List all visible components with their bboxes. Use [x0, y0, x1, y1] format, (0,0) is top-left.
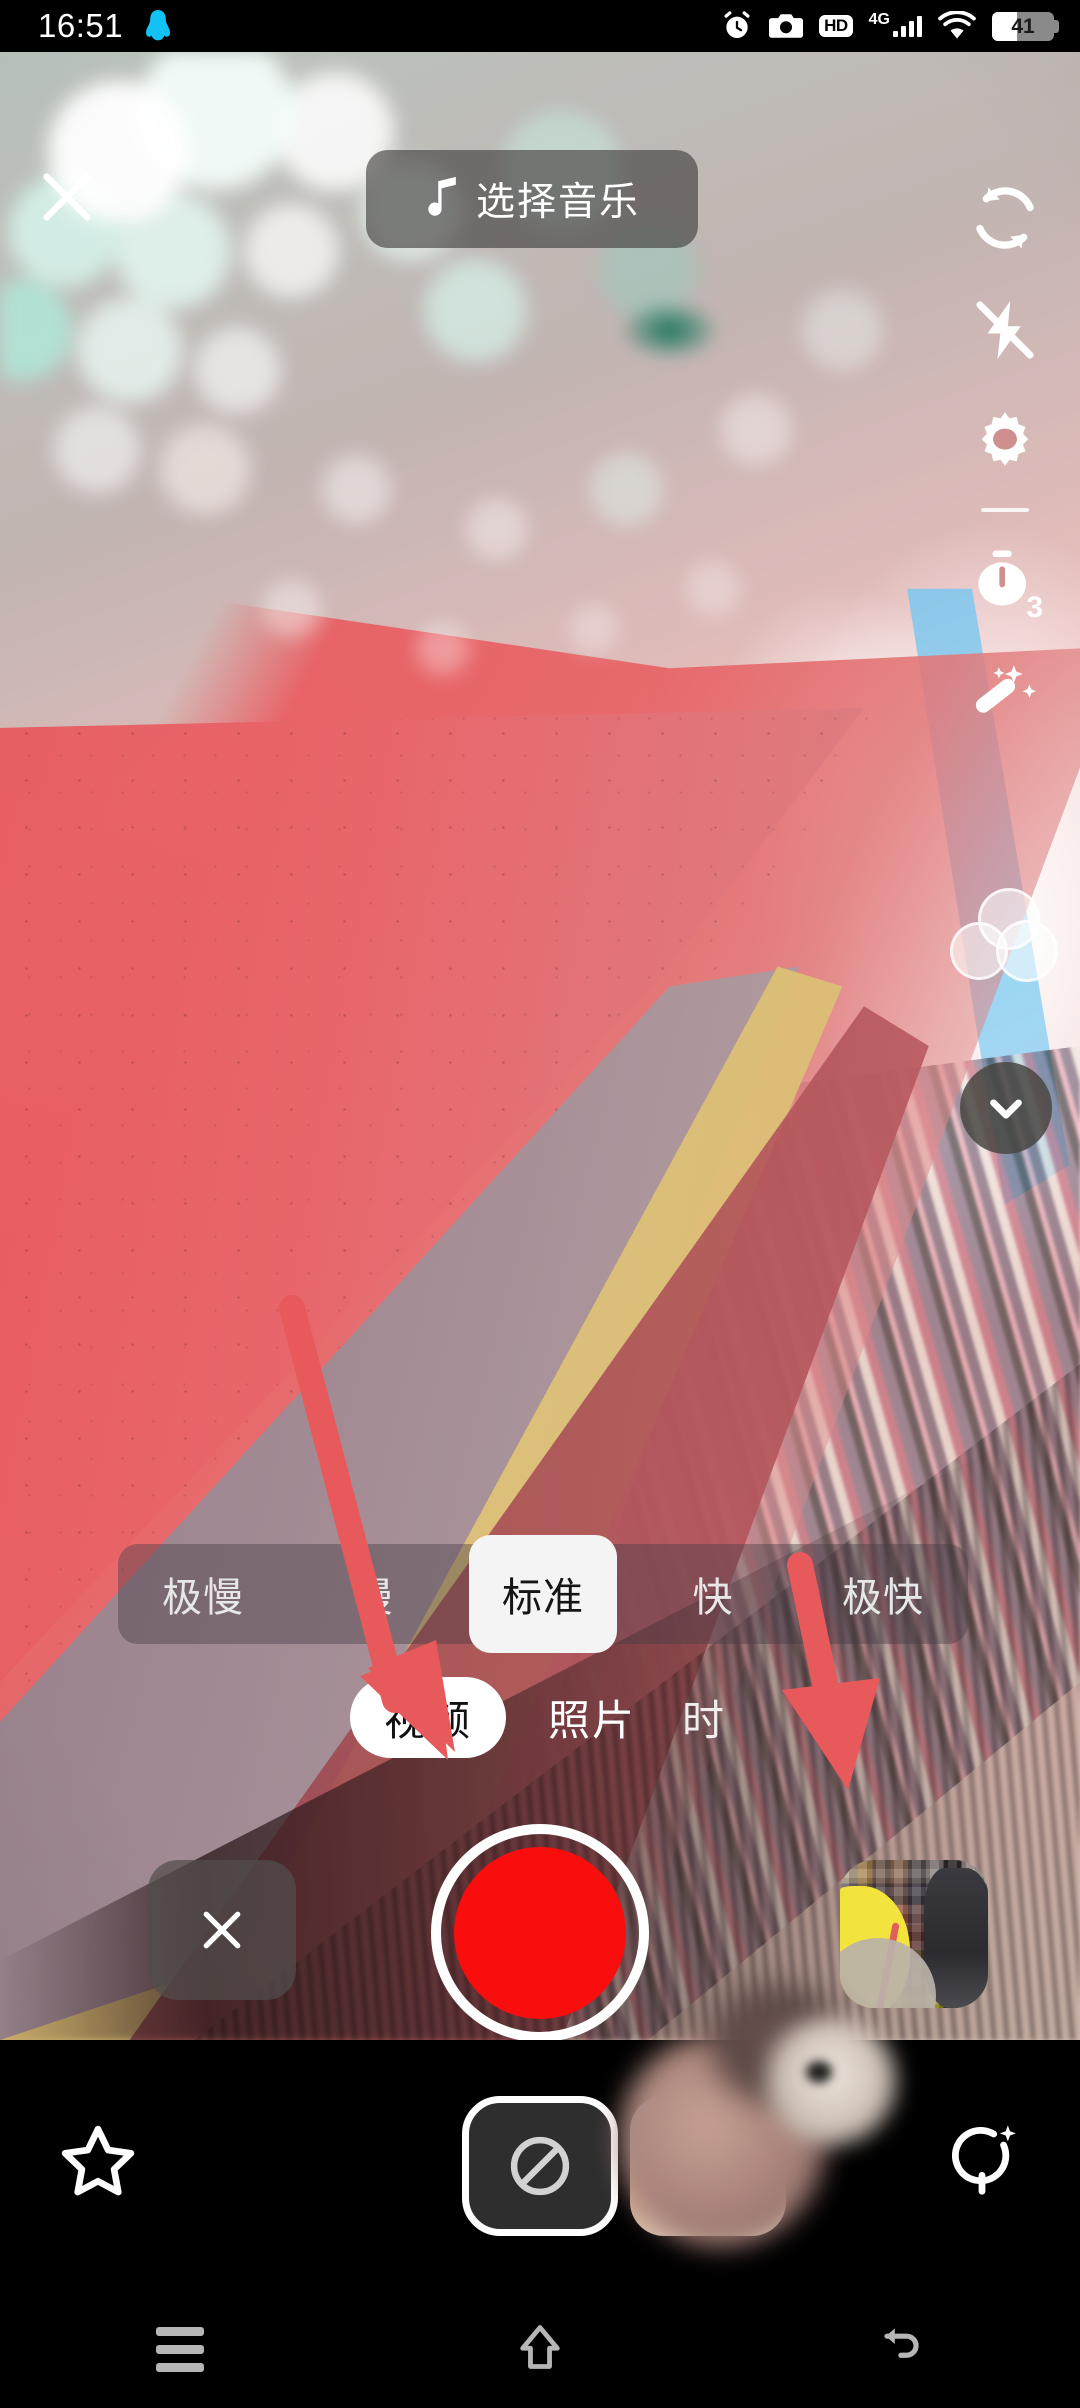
- network-type-label: 4G: [868, 10, 890, 28]
- signal-4g-icon: 4G: [869, 11, 922, 37]
- nav-home-button[interactable]: [360, 2321, 720, 2378]
- speed-option-label: 极快: [842, 1576, 924, 1620]
- speed-option-2[interactable]: 标准: [458, 1565, 628, 1623]
- magic-wand-icon[interactable]: [945, 638, 1065, 750]
- chevron-down-icon[interactable]: [960, 1062, 1052, 1154]
- camera-icon: [769, 11, 804, 41]
- status-right-icons: HD 4G 41: [721, 10, 1059, 42]
- mode-photo[interactable]: 照片: [544, 1677, 640, 1758]
- record-button[interactable]: [431, 1824, 649, 2040]
- mode-live[interactable]: 时: [678, 1677, 730, 1758]
- speed-option-label: 快: [692, 1576, 734, 1620]
- capture-row: [0, 1812, 1080, 2040]
- home-icon: [514, 2321, 566, 2378]
- menu-icon: [156, 2318, 204, 2381]
- alarm-clock-icon: [721, 10, 753, 42]
- close-button[interactable]: [32, 162, 102, 232]
- hd-icon: HD: [819, 15, 853, 37]
- nav-recents-button[interactable]: [0, 2318, 360, 2381]
- select-music-button[interactable]: 选择音乐: [366, 150, 698, 248]
- flip-camera-icon[interactable]: [945, 162, 1065, 274]
- battery-icon: 41: [992, 11, 1059, 41]
- timer-value: 3: [1026, 590, 1043, 624]
- timer-icon[interactable]: 3: [945, 526, 1065, 638]
- filter-circles-icon[interactable]: [950, 888, 1058, 984]
- nav-back-button[interactable]: [720, 2321, 1080, 2378]
- speed-option-3[interactable]: 快: [628, 1565, 798, 1623]
- rail-divider: [981, 508, 1029, 512]
- battery-percent: 41: [1011, 14, 1035, 38]
- camera-options-rail: 3: [930, 162, 1080, 750]
- speed-option-label: 标准: [502, 1576, 584, 1620]
- gallery-thumbnail[interactable]: [840, 1860, 988, 2008]
- status-bar: 16:51 HD 4G 41: [0, 0, 1080, 52]
- mode-video[interactable]: 视频: [349, 1676, 506, 1758]
- select-music-label: 选择音乐: [475, 181, 640, 224]
- back-icon: [874, 2321, 926, 2378]
- signal-bars: [893, 15, 922, 37]
- qq-penguin-icon: [143, 9, 173, 43]
- speed-option-label: 慢: [352, 1576, 394, 1620]
- effects-bar: [0, 2040, 1080, 2290]
- star-icon[interactable]: [56, 2120, 140, 2209]
- flash-off-icon[interactable]: [945, 274, 1065, 386]
- wifi-icon: [938, 11, 976, 41]
- speed-option-label: 极慢: [162, 1576, 244, 1620]
- status-time: 16:51: [38, 7, 124, 44]
- delete-clip-button[interactable]: [148, 1860, 296, 2000]
- gear-icon[interactable]: [945, 386, 1065, 498]
- search-sparkle-icon[interactable]: [942, 2118, 1022, 2203]
- music-note-icon: [424, 175, 462, 224]
- speed-option-4[interactable]: 极快: [798, 1565, 968, 1623]
- effect-thumbnail[interactable]: [630, 2096, 786, 2236]
- no-effect-icon[interactable]: [462, 2096, 618, 2236]
- camera-preview[interactable]: 选择音乐 3 极慢 慢 标准 快 极快 视频 照片 时: [0, 52, 1080, 2040]
- record-button-inner: [454, 1847, 626, 2019]
- speed-option-0[interactable]: 极慢: [118, 1565, 288, 1623]
- android-nav-bar: [0, 2290, 1080, 2408]
- speed-option-1[interactable]: 慢: [288, 1565, 458, 1623]
- speed-selector[interactable]: 极慢 慢 标准 快 极快: [118, 1544, 968, 1644]
- mode-selector[interactable]: 视频 照片 时: [0, 1674, 1080, 1760]
